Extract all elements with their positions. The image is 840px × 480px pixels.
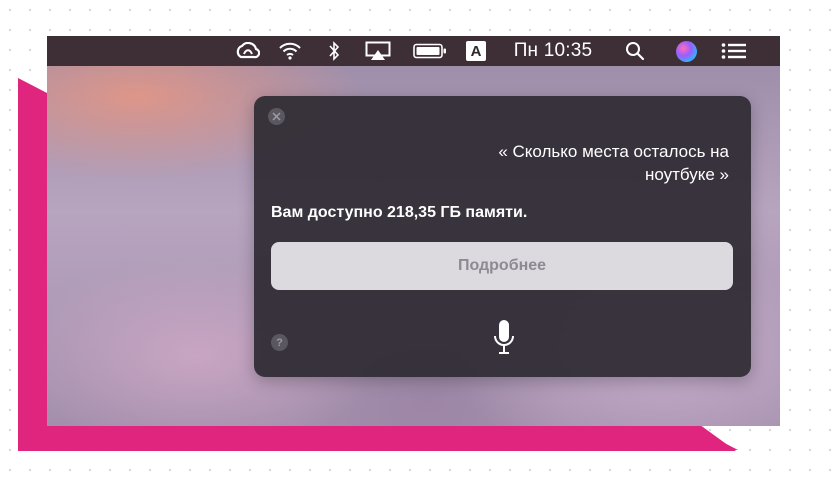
- spotlight-search-icon[interactable]: [622, 36, 648, 66]
- close-icon: [272, 112, 281, 121]
- siri-answer-text: Вам доступно 218,35 ГБ памяти.: [271, 204, 528, 221]
- siri-query-text: « Сколько места осталось на ноутбуке »: [498, 142, 729, 184]
- pink-decorative-band: [18, 425, 736, 451]
- input-source-menu[interactable]: A: [465, 36, 487, 66]
- battery-icon[interactable]: [412, 36, 448, 66]
- siri-icon[interactable]: [673, 36, 699, 66]
- menu-bar: A Пн 10:35: [47, 36, 780, 66]
- help-button[interactable]: ?: [271, 334, 288, 351]
- wifi-icon[interactable]: [275, 36, 305, 66]
- bluetooth-icon[interactable]: [323, 36, 345, 66]
- notification-center-icon[interactable]: [719, 36, 749, 66]
- microphone-button[interactable]: [491, 318, 517, 358]
- desktop-screen: A Пн 10:35 « Сколько места осталось на н…: [47, 36, 780, 426]
- more-details-button[interactable]: Подробнее: [271, 242, 733, 290]
- microphone-icon: [494, 320, 514, 354]
- siri-orb: [675, 40, 697, 62]
- siri-panel: « Сколько места осталось на ноутбуке » В…: [254, 96, 751, 377]
- creative-cloud-icon[interactable]: [232, 36, 262, 66]
- input-source-badge: A: [466, 41, 486, 61]
- airplay-icon[interactable]: [363, 36, 393, 66]
- menubar-clock[interactable]: Пн 10:35: [509, 36, 597, 66]
- close-button[interactable]: [268, 108, 285, 125]
